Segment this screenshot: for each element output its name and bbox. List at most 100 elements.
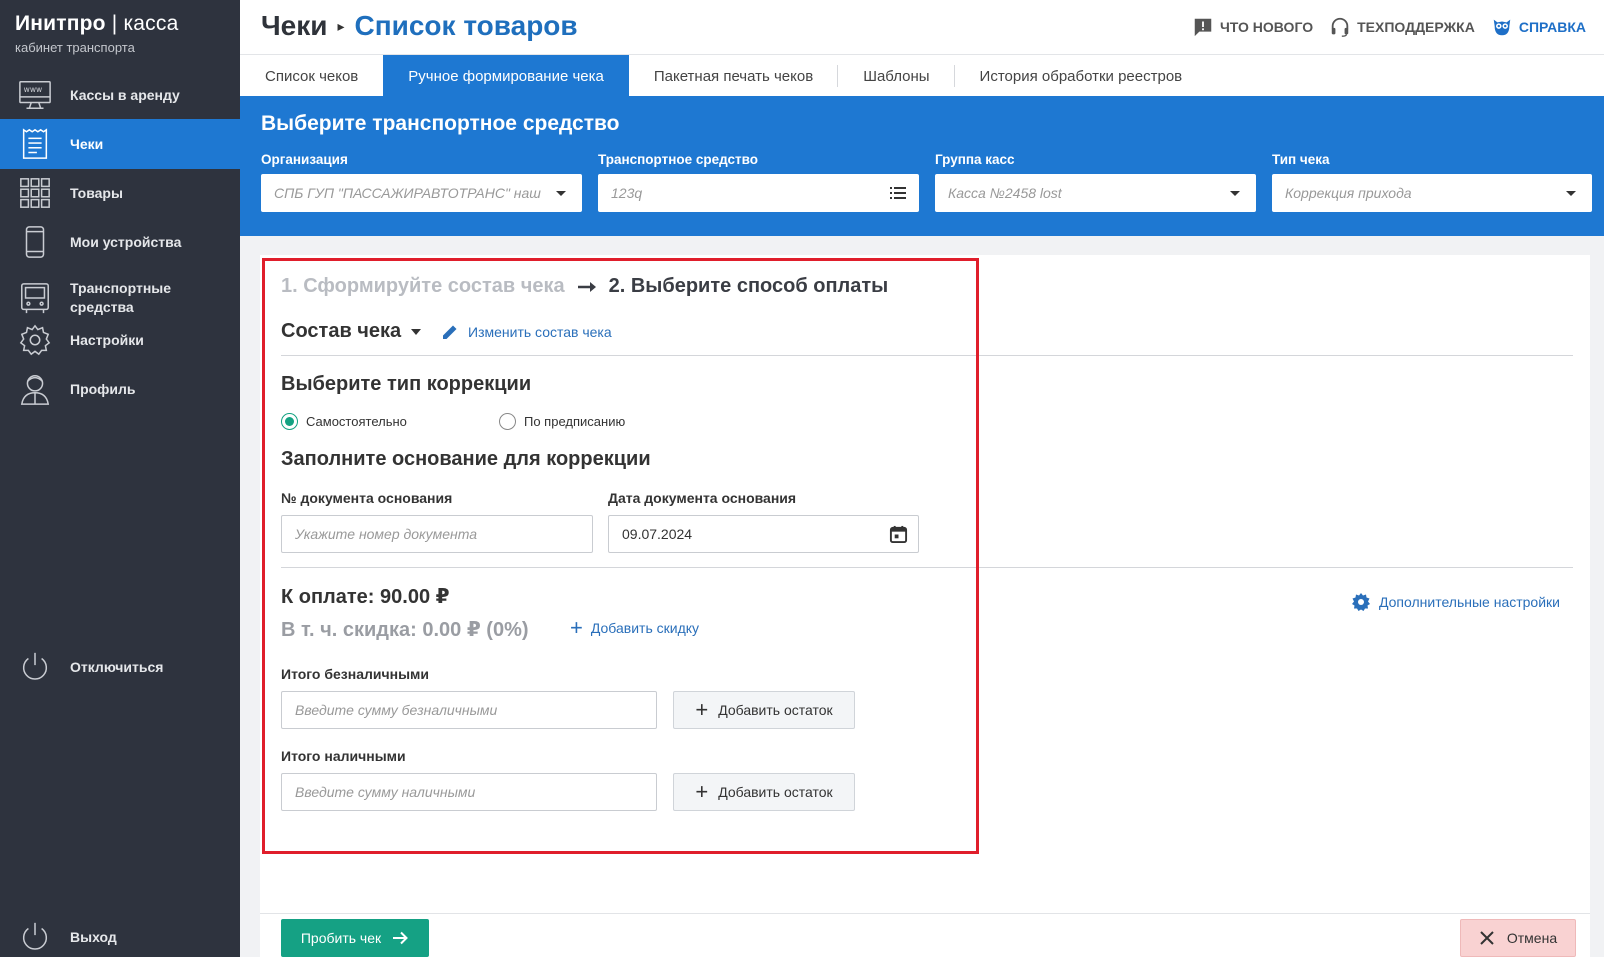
correction-basis-title: Заполните основание для коррекции <box>281 448 651 470</box>
chevron-down-icon <box>1230 191 1240 196</box>
breadcrumb: Чеки ▸ Список товаров <box>261 10 578 42</box>
chevron-down-icon <box>1566 191 1576 196</box>
sidebar-item-disconnect[interactable]: Отключиться <box>0 642 240 692</box>
receipt-type-select[interactable]: Коррекция прихода <box>1272 174 1592 212</box>
add-discount-link[interactable]: + Добавить скидку <box>570 615 700 640</box>
receipt-composition-toggle[interactable]: Состав чека <box>281 320 422 343</box>
edit-composition-link[interactable]: Изменить состав чека <box>440 322 612 342</box>
sidebar-item-label: Чеки <box>70 135 104 152</box>
cashless-placeholder: Введите сумму безналичными <box>295 702 498 718</box>
sidebar-item-profile[interactable]: Профиль <box>0 364 240 414</box>
doc-date-input[interactable]: 09.07.2024 <box>608 515 919 553</box>
brand-subtitle: кабинет транспорта <box>15 40 135 55</box>
payment-total: К оплате: 90.00 ₽ <box>281 586 450 608</box>
organization-select[interactable]: СПБ ГУП "ПАССАЖИРАВТОТРАНС" наш <box>261 174 582 212</box>
radio-self-label: Самостоятельно <box>306 414 407 429</box>
whats-new-link[interactable]: ЧТО НОВОГО <box>1192 16 1313 38</box>
owl-icon <box>1493 19 1511 36</box>
receipt-type-field-group: Тип чека Коррекция прихода <box>1272 152 1592 212</box>
submit-receipt-button[interactable]: Пробить чек <box>281 919 429 957</box>
help-label: СПРАВКА <box>1518 19 1586 35</box>
vehicle-selection-title: Выберите транспортное средство <box>261 112 620 135</box>
add-remainder-cashless-button[interactable]: + Добавить остаток <box>673 691 855 729</box>
add-remainder-cash-button[interactable]: + Добавить остаток <box>673 773 855 811</box>
tab-registry-history[interactable]: История обработки реестров <box>955 55 1208 97</box>
organization-label: Организация <box>261 152 348 167</box>
add-discount-label: Добавить скидку <box>590 620 700 636</box>
radio-by-order[interactable]: По предписанию <box>499 413 625 430</box>
doc-number-input[interactable]: Укажите номер документа <box>281 515 593 553</box>
step-compose[interactable]: 1. Сформируйте состав чека <box>281 275 565 298</box>
sidebar-item-label: Товары <box>70 184 123 201</box>
vehicle-field-group: Транспортное средство 123q <box>598 152 919 212</box>
organization-field-group: Организация СПБ ГУП "ПАССАЖИРАВТОТРАНС" … <box>261 152 582 212</box>
plus-icon: + <box>695 779 709 804</box>
bus-icon <box>17 280 53 316</box>
vehicle-input[interactable]: 123q <box>598 174 919 212</box>
plus-icon: + <box>570 615 583 640</box>
calendar-icon[interactable] <box>889 525 908 544</box>
phone-icon <box>17 224 53 260</box>
sidebar-item-receipts[interactable]: Чеки <box>0 119 240 169</box>
cashless-input[interactable]: Введите сумму безналичными <box>281 691 657 729</box>
cash-placeholder: Введите сумму наличными <box>295 784 476 800</box>
advanced-settings-label: Дополнительные настройки <box>1379 594 1560 610</box>
vehicle-value: 123q <box>611 185 643 201</box>
kassa-group-field-group: Группа касс Касса №2458 lost <box>935 152 1256 212</box>
sidebar-item-devices[interactable]: Мои устройства <box>0 217 240 267</box>
kassa-group-value: Касса №2458 lost <box>948 185 1062 201</box>
sidebar-item-rent-kassa[interactable]: www Кассы в аренду <box>0 70 240 120</box>
radio-self-indicator[interactable] <box>281 413 298 430</box>
cash-label: Итого наличными <box>281 748 406 764</box>
wizard-steps: 1. Сформируйте состав чека 2. Выберите с… <box>281 275 888 298</box>
kassa-group-select[interactable]: Касса №2458 lost <box>935 174 1256 212</box>
add-remainder-label: Добавить остаток <box>718 784 833 800</box>
divider <box>281 355 1573 356</box>
sidebar-item-label: Настройки <box>70 331 144 348</box>
tab-bar: Список чеков Ручное формирование чека Па… <box>240 54 1604 97</box>
breadcrumb-root[interactable]: Чеки <box>261 10 327 42</box>
sidebar-item-label: Профиль <box>70 380 136 397</box>
submit-label: Пробить чек <box>300 930 382 946</box>
chevron-down-icon <box>556 191 566 196</box>
doc-date-label: Дата документа основания <box>608 490 797 506</box>
grid-icon <box>17 175 53 211</box>
pencil-icon <box>443 325 457 339</box>
radio-self[interactable]: Самостоятельно <box>281 413 407 430</box>
announcement-icon <box>1194 18 1212 37</box>
sidebar-item-logout[interactable]: Выход <box>0 912 240 957</box>
tab-manual-receipt[interactable]: Ручное формирование чека <box>383 55 629 97</box>
receipt-type-value: Коррекция прихода <box>1285 185 1412 201</box>
step-payment: 2. Выберите способ оплаты <box>608 275 889 297</box>
edit-composition-label: Изменить состав чека <box>468 324 612 340</box>
doc-number-label: № документа основания <box>281 490 453 506</box>
sidebar-item-label: Кассы в аренду <box>70 86 180 103</box>
sidebar-item-label: Отключиться <box>70 658 164 675</box>
tab-receipt-list[interactable]: Список чеков <box>240 55 383 97</box>
sidebar-item-label: Мои устройства <box>70 233 182 250</box>
radio-by-order-indicator[interactable] <box>499 413 516 430</box>
tab-templates[interactable]: Шаблоны <box>838 55 955 97</box>
tab-batch-print[interactable]: Пакетная печать чеков <box>629 55 839 97</box>
help-link[interactable]: СПРАВКА <box>1491 16 1586 38</box>
sidebar-item-goods[interactable]: Товары <box>0 168 240 218</box>
cash-input[interactable]: Введите сумму наличными <box>281 773 657 811</box>
cancel-label: Отмена <box>1506 930 1558 946</box>
list-icon[interactable] <box>889 184 907 202</box>
sidebar-item-label: Транспортные средства <box>70 280 172 315</box>
brand: Инитпро | касса кабинет транспорта <box>15 12 178 55</box>
headset-icon <box>1331 17 1349 37</box>
gear-icon <box>17 322 53 358</box>
radio-by-order-label: По предписанию <box>524 414 626 429</box>
discount-amount: В т. ч. скидка: 0.00 ₽ (0%) <box>281 619 529 641</box>
support-label: ТЕХПОДДЕРЖКА <box>1357 19 1475 35</box>
svg-text:www: www <box>24 85 43 94</box>
advanced-settings-link[interactable]: Дополнительные настройки <box>1351 592 1560 612</box>
correction-type-title: Выберите тип коррекции <box>281 373 532 395</box>
arrow-right-icon <box>577 281 596 292</box>
support-link[interactable]: ТЕХПОДДЕРЖКА <box>1329 16 1475 38</box>
sidebar-item-settings[interactable]: Настройки <box>0 315 240 365</box>
header: Чеки ▸ Список товаров ЧТО НОВОГО ТЕХПОДД… <box>240 0 1604 54</box>
cancel-button[interactable]: Отмена <box>1460 919 1576 957</box>
doc-number-placeholder: Укажите номер документа <box>295 526 478 542</box>
